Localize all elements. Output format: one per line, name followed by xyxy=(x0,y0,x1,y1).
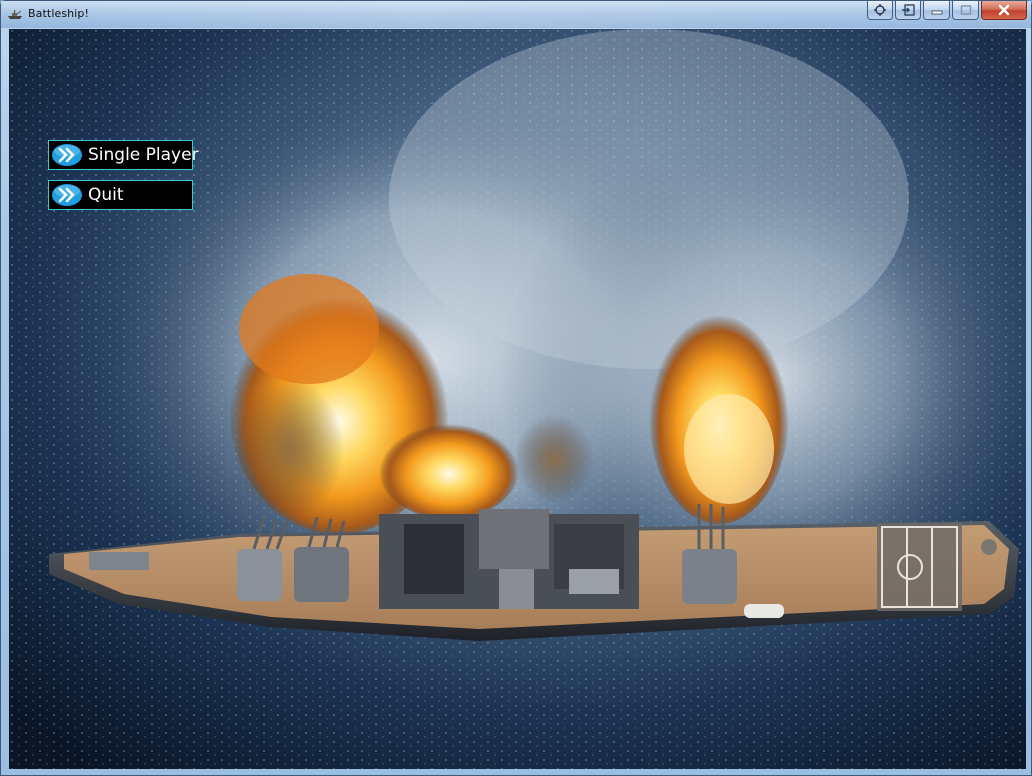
minimize-button[interactable] xyxy=(923,1,950,20)
double-chevron-right-icon xyxy=(52,144,82,166)
game-viewport[interactable]: Single Player Quit xyxy=(9,29,1026,769)
title-bar[interactable]: Battleship! xyxy=(1,1,1031,28)
single-player-label: Single Player xyxy=(88,145,199,165)
window-options-button[interactable] xyxy=(867,1,893,20)
double-chevron-right-icon xyxy=(52,184,82,206)
app-window: Battleship! Single Player Quit xyxy=(0,0,1032,776)
battleship-app-icon xyxy=(8,10,22,19)
caption-buttons xyxy=(867,1,1027,20)
window-title: Battleship! xyxy=(28,7,89,20)
minimize-icon xyxy=(931,10,942,15)
close-button[interactable] xyxy=(981,1,1027,20)
maximize-icon xyxy=(960,5,971,15)
single-player-button[interactable]: Single Player xyxy=(48,140,199,170)
maximize-button[interactable] xyxy=(952,1,979,20)
tray-icon xyxy=(902,4,915,16)
tray-button[interactable] xyxy=(895,1,921,20)
window-options-icon xyxy=(874,4,886,16)
quit-label: Quit xyxy=(88,185,124,205)
close-icon xyxy=(998,4,1010,16)
quit-button[interactable]: Quit xyxy=(48,180,193,210)
